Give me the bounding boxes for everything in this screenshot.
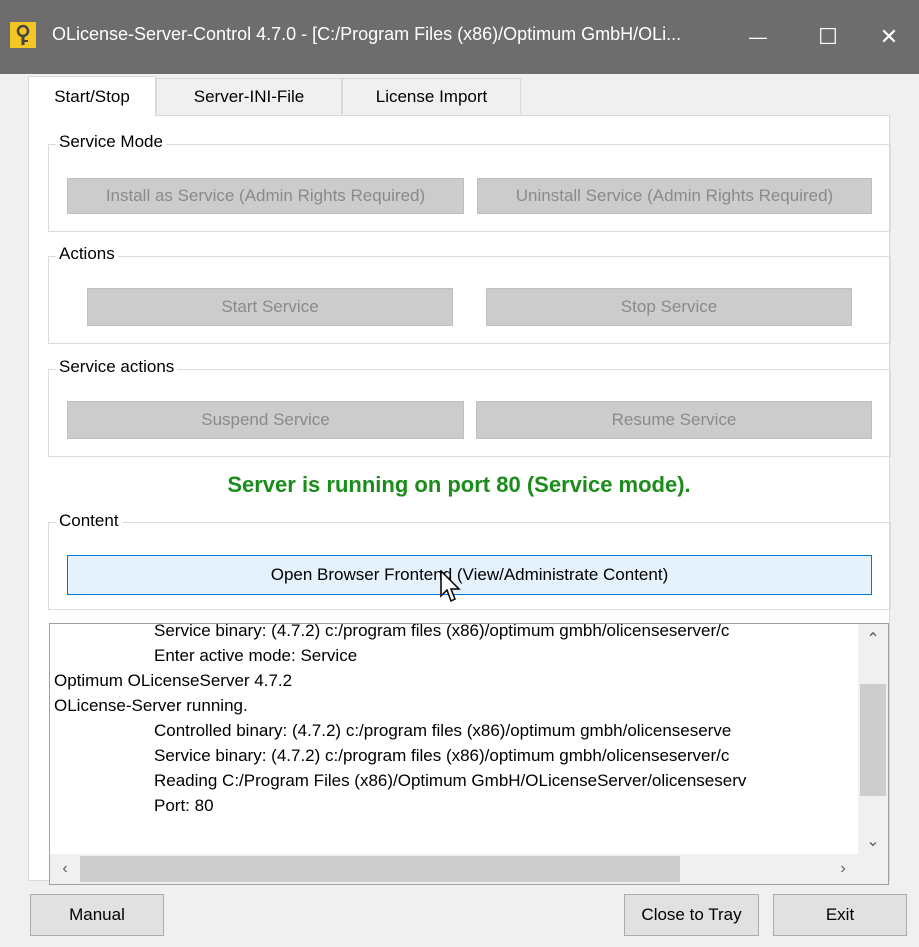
window-title: OLicense-Server-Control 4.7.0 - [C:/Prog… [52, 24, 682, 44]
horizontal-scrollbar[interactable]: ‹ › [50, 854, 858, 884]
log-line: Service binary: (4.7.2) c:/program files… [154, 746, 730, 765]
server-status-text: Server is running on port 80 (Service mo… [227, 472, 691, 497]
start-service-button[interactable]: Start Service [87, 288, 453, 326]
maximize-button[interactable]: ☐ [798, 0, 858, 74]
exit-button[interactable]: Exit [773, 894, 907, 936]
log-line: Reading C:/Program Files (x86)/Optimum G… [154, 771, 747, 790]
install-service-button[interactable]: Install as Service (Admin Rights Require… [67, 178, 464, 214]
title-bar: OLicense-Server-Control 4.7.0 - [C:/Prog… [0, 0, 919, 74]
scroll-up-icon[interactable]: ⌃ [858, 624, 888, 654]
log-line: Enter active mode: Service [154, 646, 358, 665]
open-browser-frontend-button[interactable]: Open Browser Frontend (View/Administrate… [67, 555, 872, 595]
log-output[interactable]: Service binary: (4.7.2) c:/program files… [49, 623, 889, 885]
close-button[interactable]: ✕ [859, 0, 919, 74]
scroll-left-icon[interactable]: ‹ [50, 854, 80, 884]
log-line: Port: 80 [154, 796, 214, 815]
minimize-button[interactable]: — [728, 0, 788, 74]
tab-panel-start-stop: Service Mode Install as Service (Admin R… [28, 115, 891, 885]
service-mode-title: Service Mode [56, 132, 166, 152]
minimize-icon: — [749, 26, 767, 47]
tab-label: Server-INI-File [193, 86, 305, 106]
horizontal-scroll-thumb[interactable] [80, 856, 680, 882]
mouse-cursor-icon [440, 570, 461, 603]
tab-label: Start/Stop [54, 86, 130, 106]
log-line: Optimum OLicenseServer 4.7.2 [54, 671, 293, 690]
log-line: Service binary: (4.7.2) c:/program files… [154, 623, 730, 640]
tab-server-ini-file[interactable]: Server-INI-File [156, 78, 342, 114]
scroll-down-icon[interactable]: ⌄ [858, 826, 888, 856]
scroll-right-icon[interactable]: › [828, 854, 858, 884]
tab-label: License Import [375, 86, 488, 106]
resume-service-button[interactable]: Resume Service [476, 401, 872, 439]
log-lines: Service binary: (4.7.2) c:/program files… [54, 623, 856, 818]
uninstall-service-button[interactable]: Uninstall Service (Admin Rights Required… [477, 178, 872, 214]
tab-start-stop[interactable]: Start/Stop [28, 76, 156, 116]
app-key-icon [10, 22, 36, 48]
close-icon: ✕ [879, 24, 899, 49]
tab-license-import[interactable]: License Import [342, 78, 521, 114]
client-area: Start/Stop Server-INI-File License Impor… [0, 74, 919, 947]
vertical-scroll-thumb[interactable] [860, 684, 886, 796]
close-to-tray-button[interactable]: Close to Tray [624, 894, 759, 936]
content-title: Content [56, 511, 122, 531]
suspend-service-button[interactable]: Suspend Service [67, 401, 464, 439]
stop-service-button[interactable]: Stop Service [486, 288, 852, 326]
manual-button[interactable]: Manual [30, 894, 164, 936]
service-actions-title: Service actions [56, 357, 178, 377]
scroll-corner [858, 854, 888, 884]
log-line: OLicense-Server running. [54, 696, 248, 715]
vertical-scrollbar[interactable]: ⌃ ⌄ [858, 624, 888, 856]
log-line: Controlled binary: (4.7.2) c:/program fi… [154, 721, 732, 740]
maximize-icon: ☐ [818, 24, 838, 49]
actions-title: Actions [56, 244, 118, 264]
